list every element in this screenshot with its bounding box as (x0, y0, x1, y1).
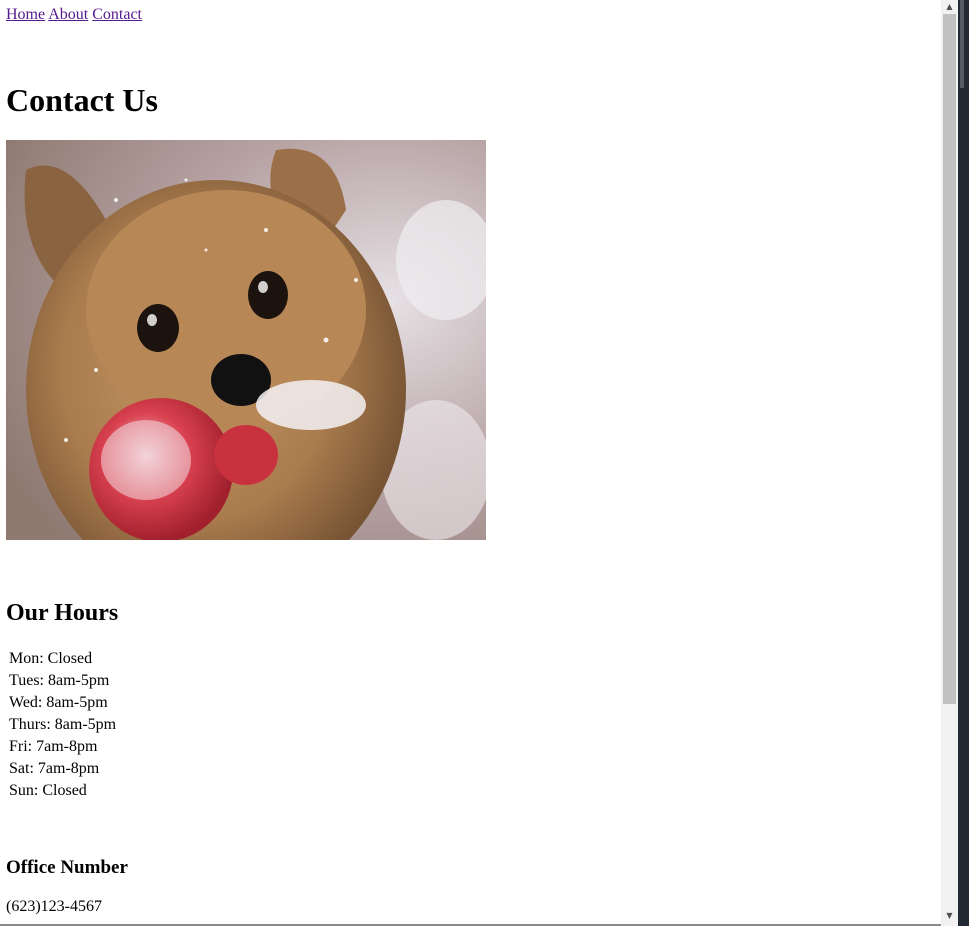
page-title: Contact Us (6, 82, 158, 118)
office-phone: (623)123-4567 (6, 898, 102, 915)
vertical-scrollbar[interactable]: ▲ ▼ (941, 0, 958, 926)
frame-scroll-indicator (960, 0, 964, 88)
hours-item-tues: Tues: 8am-5pm (9, 672, 110, 689)
nav-link-about[interactable]: About (48, 6, 88, 23)
arrow-up-icon[interactable]: ▲ (941, 0, 958, 14)
hours-item-sun: Sun: Closed (9, 782, 87, 799)
hours-item-fri: Fri: 7am-8pm (9, 738, 98, 755)
hours-item-mon: Mon: Closed (9, 650, 93, 667)
hours-item-wed: Wed: 8am-5pm (9, 694, 108, 711)
arrow-down-icon[interactable]: ▼ (941, 909, 958, 923)
office-heading: Office Number (6, 857, 128, 878)
window-frame-edge (958, 0, 969, 926)
top-nav: Home About Contact (6, 5, 142, 25)
nav-link-contact[interactable]: Contact (92, 6, 142, 23)
dog-photo (6, 140, 486, 540)
hours-item-sat: Sat: 7am-8pm (9, 760, 100, 777)
scrollbar-thumb[interactable] (943, 14, 956, 704)
hours-item-thurs: Thurs: 8am-5pm (9, 716, 117, 733)
hours-list: Mon: Closed Tues: 8am-5pm Wed: 8am-5pm T… (9, 648, 116, 802)
page-viewport: Home About Contact Contact Us Our Hours … (0, 0, 941, 926)
hours-heading: Our Hours (6, 600, 119, 626)
nav-link-home[interactable]: Home (6, 6, 45, 23)
